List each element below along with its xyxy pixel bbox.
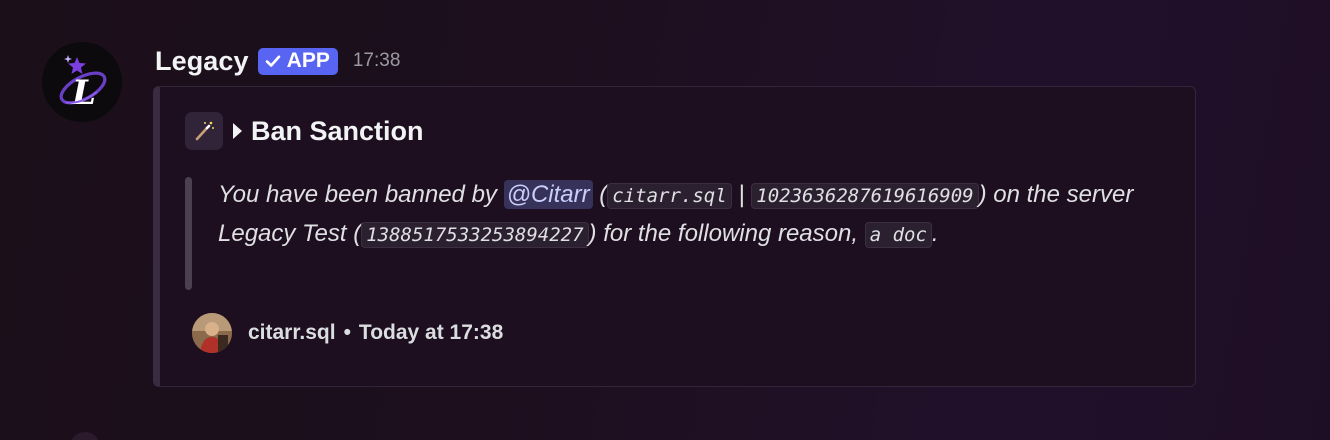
reason-code: a doc — [864, 222, 932, 248]
author-name[interactable]: Legacy — [155, 46, 249, 77]
legacy-logo-icon: L — [42, 42, 122, 122]
embed-title-row: Ban Sanction — [185, 112, 424, 150]
magic-wand-icon — [185, 112, 223, 150]
app-badge-label: APP — [286, 49, 330, 72]
svg-text:L: L — [71, 73, 96, 113]
embed-title: Ban Sanction — [251, 115, 424, 146]
blockquote-bar — [185, 177, 192, 290]
footer-separator: • — [343, 321, 351, 344]
desc-text-4: ) for the following reason, — [588, 220, 865, 247]
footer-avatar — [192, 313, 232, 353]
message-timestamp[interactable]: 17:38 — [353, 50, 401, 72]
desc-separator: | — [731, 181, 752, 208]
desc-text-1: You have been banned by — [218, 181, 504, 208]
bot-avatar[interactable]: L — [42, 42, 122, 122]
desc-text-5: . — [931, 220, 939, 247]
embed-card: Ban Sanction You have been banned by @Ci… — [153, 86, 1196, 387]
caret-right-icon — [233, 123, 242, 139]
desc-text-2: ( — [592, 181, 608, 208]
user-mention[interactable]: @Citarr — [503, 180, 593, 209]
embed-footer: citarr.sql • Today at 17:38 — [192, 313, 503, 353]
footer-author: citarr.sql — [248, 321, 336, 344]
embed-description: You have been banned by @Citarr (citarr.… — [218, 176, 1158, 254]
server-id-code: 1388517533253894227 — [361, 222, 589, 248]
footer-timestamp: Today at 17:38 — [358, 321, 504, 344]
user-id-code: 1023636287619616909 — [751, 183, 979, 209]
chat-message: L Legacy APP 17:38 Ban Sanction You have… — [0, 0, 1330, 440]
message-header: Legacy APP 17:38 — [155, 44, 400, 78]
verified-check-icon — [265, 55, 280, 67]
app-badge: APP — [257, 47, 338, 75]
footer-text: citarr.sql • Today at 17:38 — [248, 321, 503, 345]
next-message-avatar[interactable] — [70, 432, 100, 440]
username-code: citarr.sql — [607, 183, 732, 209]
